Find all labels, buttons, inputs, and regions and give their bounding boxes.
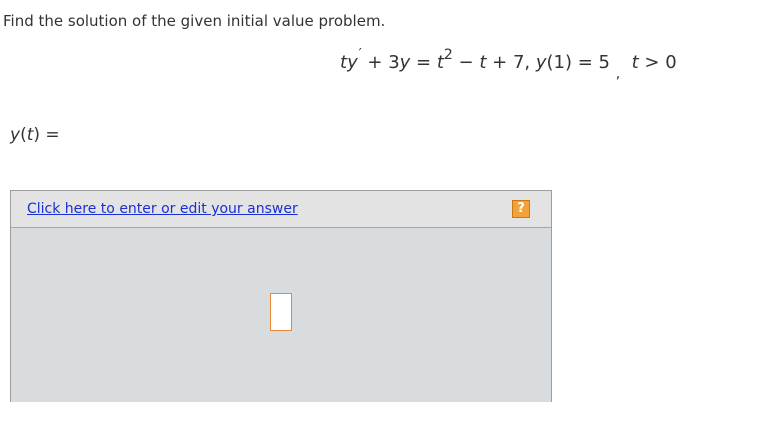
eq-t: t (340, 52, 348, 73)
answer-close: ) = (33, 125, 60, 145)
eq-plus-3: + 3 (361, 52, 400, 73)
edit-answer-link[interactable]: Click here to enter or edit your answer (27, 201, 298, 217)
answer-y: y (10, 125, 21, 145)
eq-exponent: 2 (443, 47, 453, 63)
eq-plus-7: + 7, (486, 52, 536, 73)
differential-equation: ty′ + 3y = t2 − t + 7, y(1) = 5 , t > 0 (340, 48, 677, 81)
eq-minus: − (452, 52, 480, 73)
ic-cond: > 0 (638, 52, 677, 73)
eq-equals: = (410, 52, 437, 73)
ic-comma: , (615, 66, 621, 82)
ic-arg: (1) = 5 (546, 52, 610, 73)
ic-t: t (631, 52, 639, 73)
eq-y: y (347, 52, 358, 73)
help-icon[interactable]: ? (512, 200, 530, 218)
eq-y2: y (399, 52, 411, 73)
page: Find the solution of the given initial v… (0, 0, 771, 429)
problem-prompt: Find the solution of the given initial v… (3, 12, 386, 30)
eq-rhs-t: t (436, 52, 444, 73)
answer-open: ( (20, 125, 27, 145)
ic-y: y (535, 52, 547, 73)
answer-label: y(t) = (10, 125, 60, 145)
answer-entry-box[interactable]: Click here to enter or edit your answer … (10, 190, 552, 402)
answer-box-header: Click here to enter or edit your answer … (11, 191, 551, 228)
answer-input-cursor[interactable] (270, 293, 292, 331)
